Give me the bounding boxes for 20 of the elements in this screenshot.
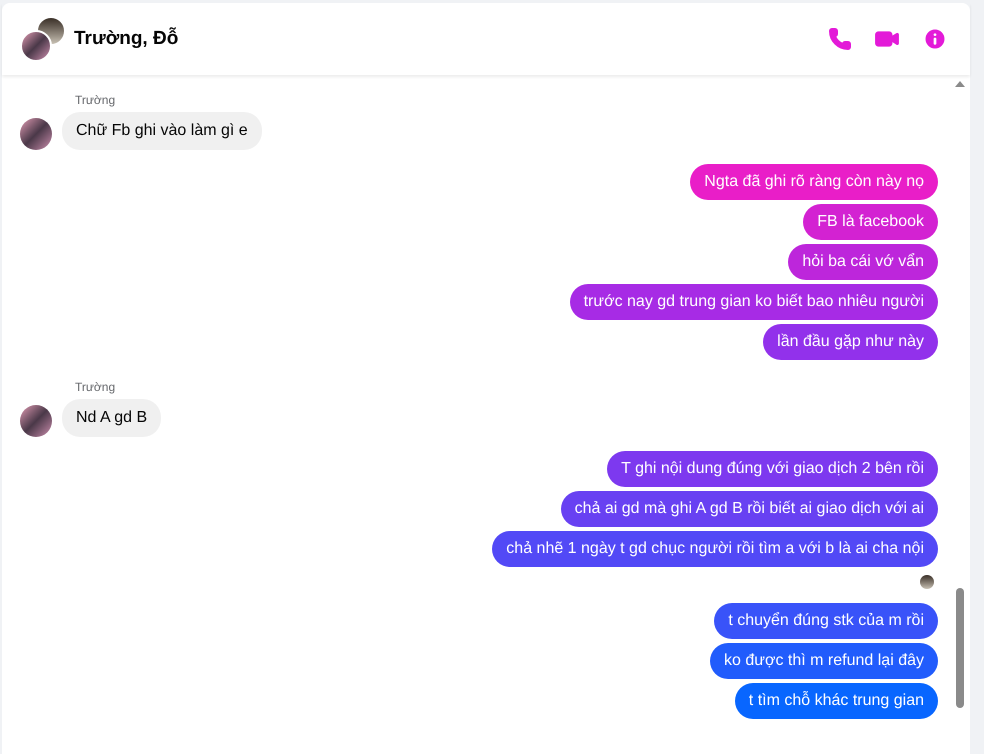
message-bubble: t tìm chỗ khác trung gian bbox=[734, 683, 938, 719]
message-bubble: Nd A gd B bbox=[62, 399, 162, 437]
message-bubble: chả ai gd mà ghi A gd B rồi biết ai giao dịch với ai bbox=[560, 491, 938, 527]
avatar bbox=[20, 405, 52, 437]
message-bubble: ko được thì m refund lại đây bbox=[710, 643, 938, 679]
conversation-title: Trường, Đỗ bbox=[74, 26, 178, 51]
message-bubble: FB là facebook bbox=[803, 204, 938, 240]
group-avatar bbox=[20, 16, 66, 62]
message-bubble: Ngta đã ghi rõ ràng còn này nọ bbox=[690, 164, 938, 200]
message-bubble: chả nhẽ 1 ngày t gd chục người rồi tìm a với b là ai cha nội bbox=[492, 531, 938, 567]
phone-icon[interactable] bbox=[828, 27, 852, 51]
message-bubble: T ghi nội dung đúng với giao dịch 2 bên rồi bbox=[607, 451, 938, 487]
message-bubble: t chuyển đúng stk của m rồi bbox=[714, 603, 938, 639]
message-bubble: hỏi ba cái vớ vẩn bbox=[788, 244, 938, 280]
message-bubble: Chữ Fb ghi vào làm gì e bbox=[62, 112, 262, 150]
message-bubble: lần đầu gặp như này bbox=[763, 324, 938, 360]
sender-name: Trường bbox=[75, 92, 116, 109]
message-bubble: trước nay gd trung gian ko biết bao nhiêu người bbox=[570, 284, 938, 320]
sender-name: Trường bbox=[75, 379, 116, 396]
avatar bbox=[20, 118, 52, 150]
